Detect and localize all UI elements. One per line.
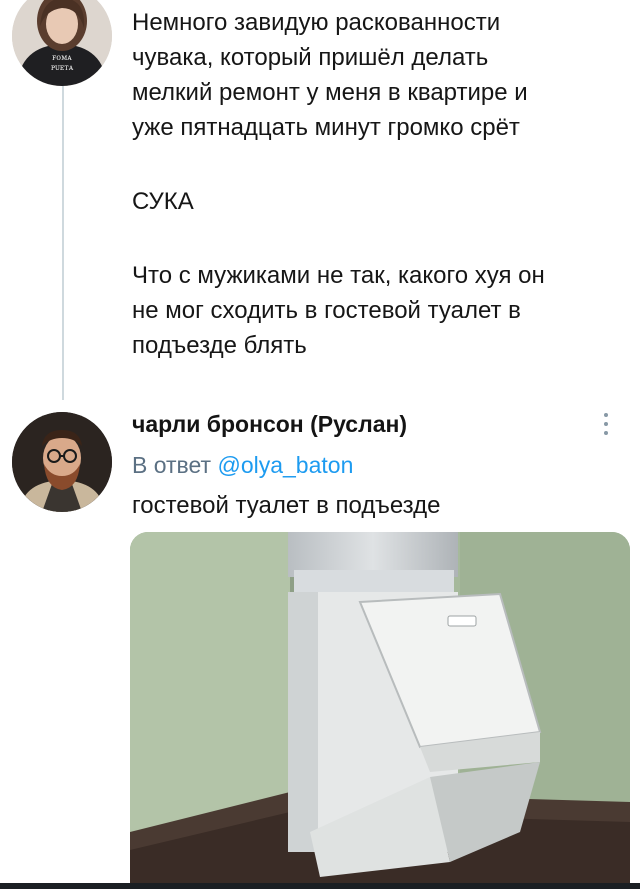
svg-text:ꜰᴏᴍᴀ: ꜰᴏᴍᴀ (52, 53, 72, 62)
reply-author-row: чарли бронсон (Руслан) (132, 407, 622, 441)
author-name[interactable]: чарли бронсон (Руслан) (132, 411, 407, 437)
tweet-line: уже пятнадцать минут громко срёт (132, 114, 520, 141)
tweet-line: Немного завидую раскованности (132, 9, 501, 36)
avatar-olya-image: ꜰᴏᴍᴀ ᴘᴜᴇᴛᴀ (12, 0, 112, 86)
reply-prefix: В ответ (132, 452, 212, 478)
reply-context: В ответ @olya_baton (132, 448, 353, 482)
tweet-line: мелкий ремонт у меня в квартире и (132, 79, 528, 106)
tweet-line: чувака, который пришёл делать (132, 44, 489, 71)
photo-garbage-chute-image (130, 532, 630, 889)
reply-tweet-text: гостевой туалет в подъезде (132, 492, 441, 519)
original-tweet-text: Немного завидую раскованности чувака, ко… (132, 5, 528, 145)
original-tweet-shout: СУКА (132, 184, 194, 219)
svg-text:ᴘᴜᴇᴛᴀ: ᴘᴜᴇᴛᴀ (51, 63, 74, 72)
bottom-bar (0, 883, 640, 889)
tweet-line: СУКА (132, 188, 194, 215)
tweet-line: Что с мужиками не так, какого хуя он (132, 262, 545, 289)
original-tweet-question: Что с мужиками не так, какого хуя он не … (132, 258, 545, 363)
tweet-photo[interactable] (130, 532, 630, 889)
avatar-charli-image (12, 412, 112, 512)
thread-line (62, 82, 64, 400)
tweet-line: не мог сходить в гостевой туалет в (132, 297, 521, 324)
tweet-line: подъезде блять (132, 332, 307, 359)
more-vertical-icon[interactable] (602, 409, 610, 439)
avatar-olya[interactable]: ꜰᴏᴍᴀ ᴘᴜᴇᴛᴀ (12, 0, 112, 86)
reply-mention-link[interactable]: @olya_baton (217, 452, 353, 478)
avatar-charli[interactable] (12, 412, 112, 512)
